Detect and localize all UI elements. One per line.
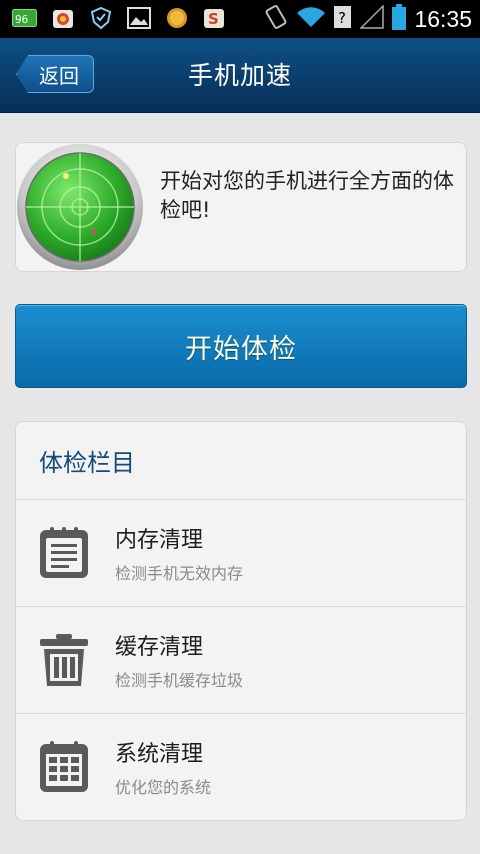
checklist-title: 体检栏目 [16,422,466,500]
checklist-card: 体检栏目 内存清理 检测手机无效内存 缓存清理 检测手机缓存垃圾 系统清理 优化… [15,421,467,821]
svg-text:?: ? [338,9,346,27]
battery-level-icon: 96 [12,6,38,30]
intro-text: 开始对您的手机进行全方面的体检吧! [160,169,454,222]
shield-icon [88,6,114,30]
svg-text:96: 96 [15,13,28,26]
item-subtitle: 检测手机缓存垃圾 [115,671,244,690]
wifi-icon [296,5,326,33]
item-title: 系统清理 [115,742,204,767]
start-check-button[interactable]: 开始体检 [15,304,467,388]
intro-card: 开始对您的手机进行全方面的体检吧! [15,142,467,272]
item-subtitle: 优化您的系统 [115,778,212,797]
circle-app-icon [164,6,190,30]
radar-icon [16,143,144,271]
item-subtitle: 检测手机无效内存 [115,564,244,583]
list-item-system-clean[interactable]: 系统清理 优化您的系统 [16,714,466,820]
title-bar: 返回 手机加速 [0,38,480,113]
app-icon [50,6,76,30]
s-app-icon: S [202,6,228,30]
list-item-memory-clean[interactable]: 内存清理 检测手机无效内存 [16,500,466,607]
item-title: 内存清理 [115,528,204,553]
image-icon [126,6,152,30]
system-icons: ? 16:35 [264,4,472,34]
item-title: 缓存清理 [115,635,204,660]
clock: 16:35 [414,5,472,32]
calendar-grid-icon [38,740,90,794]
signal-icon [359,4,385,33]
notification-icons: 96 S [12,6,228,30]
unknown-signal-icon: ? [334,5,352,33]
page-title: 手机加速 [187,61,292,90]
list-item-cache-clean[interactable]: 缓存清理 检测手机缓存垃圾 [16,607,466,714]
vibrate-icon [264,4,288,34]
status-bar: 96 S ? 16:35 [0,0,480,38]
notepad-icon [38,526,90,580]
battery-icon [392,4,407,34]
trash-icon [38,633,90,687]
svg-text:S: S [208,10,219,28]
